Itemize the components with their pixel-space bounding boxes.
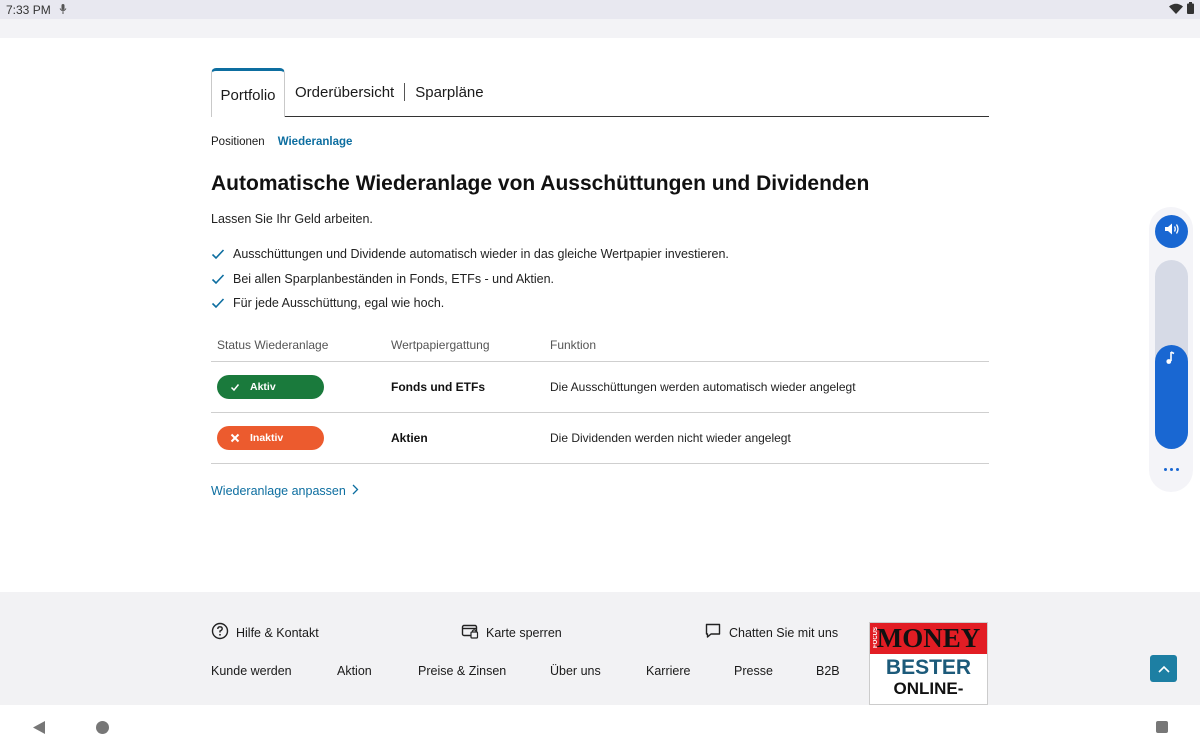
status-badge-active: Aktiv [217,375,324,399]
battery-icon [1187,2,1194,17]
status-label: Inaktiv [250,432,284,444]
block-card-link[interactable]: Karte sperren [461,622,562,643]
benefit-text: Bei allen Sparplanbeständen in Fonds, ET… [233,271,555,286]
help-contact-label: Hilfe & Kontakt [236,625,319,640]
checkmark-icon [211,247,225,261]
subnav-wiederanlage[interactable]: Wiederanlage [278,136,353,148]
column-header-category: Wertpapiergattung [391,337,490,352]
recent-apps-icon[interactable] [1156,721,1168,733]
volume-mute-button[interactable] [1155,215,1188,248]
footer-link-b2b[interactable]: B2B [816,664,840,678]
tab-sparplaene[interactable]: Sparpläne [405,68,493,116]
tab-portfolio[interactable]: Portfolio [211,68,285,118]
footer-link-ueber-uns[interactable]: Über uns [550,664,601,678]
help-contact-link[interactable]: Hilfe & Kontakt [211,622,319,643]
adjust-link-label: Wiederanlage anpassen [211,484,346,498]
benefit-text: Ausschüttungen und Dividende automatisch… [233,247,729,262]
status-cell: Inaktiv [211,426,391,450]
award-brand-band: FOCUS MONEY [870,623,987,654]
footer [0,592,1200,705]
home-icon[interactable] [96,721,109,734]
music-note-icon [1162,350,1178,366]
status-cell: Aktiv [211,375,391,399]
card-lock-icon [461,622,479,643]
column-header-function: Funktion [550,337,597,352]
chevron-up-icon [1157,660,1170,678]
status-badge-inactive: Inaktiv [217,426,324,450]
microphone-icon [59,3,67,17]
chat-label: Chatten Sie mit uns [729,625,839,640]
checkmark-icon [211,296,225,310]
status-time: 7:33 PM [6,2,51,17]
checkmark-icon [211,272,225,286]
list-item: Ausschüttungen und Dividende automatisch… [211,242,729,267]
benefit-text: Für jede Ausschüttung, egal wie hoch. [233,296,445,311]
block-card-label: Karte sperren [486,625,562,640]
award-line-1: BESTER [885,656,972,679]
footer-link-preise-zinsen[interactable]: Preise & Zinsen [418,664,506,678]
benefits-list: Ausschüttungen und Dividende automatisch… [211,242,729,316]
footer-link-karriere[interactable]: Karriere [646,664,690,678]
award-brand: MONEY [876,623,981,653]
award-line-2: ONLINE- [893,679,964,698]
main-tabs: Portfolio Orderübersicht Sparpläne [211,68,989,118]
chevron-right-icon [351,484,359,498]
award-publisher: FOCUS [873,627,879,648]
footer-link-kunde-werden[interactable]: Kunde werden [211,664,292,678]
adjust-reinvestment-link[interactable]: Wiederanlage anpassen [211,484,359,498]
focus-money-award-badge: FOCUS MONEY BESTER ONLINE- [869,622,988,705]
reinvestment-table: Status Wiederanlage Wertpapiergattung Fu… [211,328,989,464]
intro-text: Lassen Sie Ihr Geld arbeiten. [211,212,373,226]
footer-link-presse[interactable]: Presse [734,664,773,678]
check-icon [229,381,241,393]
header-band [0,19,1200,38]
subnav-positionen[interactable]: Positionen [211,136,265,148]
status-label: Aktiv [250,381,276,393]
list-item: Für jede Ausschüttung, egal wie hoch. [211,291,729,316]
table-row: Aktiv Fonds und ETFs Die Ausschüttungen … [211,362,989,413]
scroll-to-top-button[interactable] [1150,655,1177,682]
wifi-icon [1169,3,1183,17]
category-cell: Fonds und ETFs [391,380,485,394]
sub-navigation: Positionen Wiederanlage [211,136,352,148]
tab-orderuebersicht[interactable]: Orderübersicht [285,68,404,116]
more-options-icon[interactable] [1160,462,1182,476]
function-cell: Die Ausschüttungen werden automatisch wi… [550,380,856,394]
close-icon [229,432,241,444]
system-navigation-bar [0,705,1200,750]
chat-bubble-icon [704,622,722,643]
speaker-icon [1164,222,1180,241]
function-cell: Die Dividenden werden nicht wieder angel… [550,431,791,445]
column-header-status: Status Wiederanlage [217,337,329,352]
status-bar: 7:33 PM [0,0,1200,19]
list-item: Bei allen Sparplanbeständen in Fonds, ET… [211,267,729,292]
page-title: Automatische Wiederanlage von Ausschüttu… [211,172,870,195]
chat-link[interactable]: Chatten Sie mit uns [704,622,838,643]
footer-link-aktion[interactable]: Aktion [337,664,372,678]
back-icon[interactable] [33,721,45,739]
category-cell: Aktien [391,431,428,445]
table-row: Inaktiv Aktien Die Dividenden werden nic… [211,413,989,464]
help-icon [211,622,229,643]
table-header: Status Wiederanlage Wertpapiergattung Fu… [211,328,989,362]
